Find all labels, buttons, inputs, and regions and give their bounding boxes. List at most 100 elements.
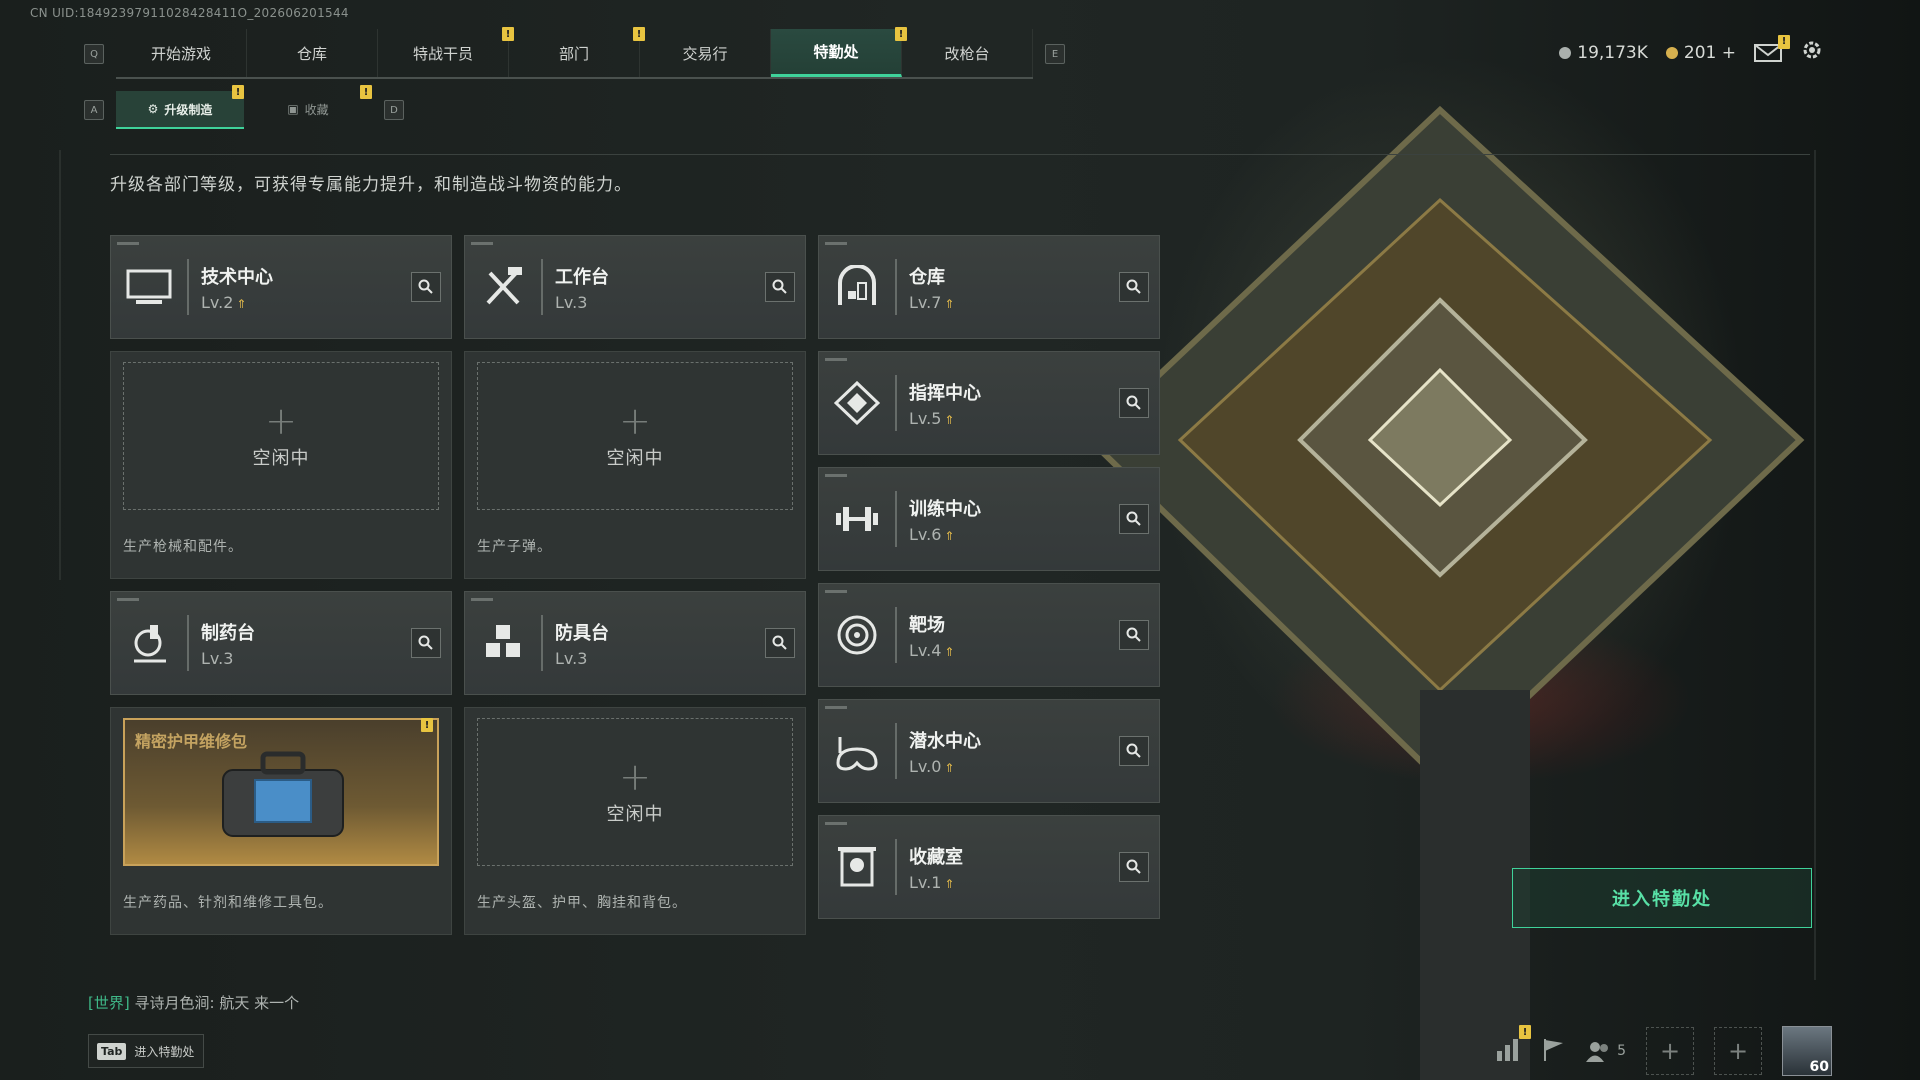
tab-warehouse[interactable]: 仓库 — [247, 29, 378, 77]
facility-level: Lv.7 — [909, 292, 942, 312]
slot-status: 空闲中 — [252, 448, 310, 469]
nav-tabs: 开始游戏 仓库 特战干员! 部门! 交易行 特勤处! 改枪台 — [116, 27, 1033, 79]
enter-special-ops-button[interactable]: 进入特勤处 — [1512, 868, 1812, 928]
flag-button[interactable] — [1541, 1037, 1565, 1065]
facility-level: Lv.6 — [909, 524, 942, 544]
player-avatar[interactable]: 60 — [1782, 1026, 1832, 1076]
upgrade-icon: ⚙ — [147, 102, 159, 116]
production-description: 生产子弹。 — [477, 539, 552, 555]
trophy-case-icon — [819, 815, 895, 919]
divider — [110, 154, 1810, 155]
facility-level: Lv.0 — [909, 756, 942, 776]
notification-badge: ! — [360, 85, 372, 99]
search-icon — [418, 635, 433, 650]
search-button[interactable] — [411, 628, 441, 658]
mail-button[interactable]: ! — [1754, 34, 1790, 63]
search-button[interactable] — [765, 628, 795, 658]
card-tag — [471, 242, 493, 245]
stats-button[interactable]: ! — [1495, 1025, 1532, 1065]
armor-repair-kit-image — [222, 751, 344, 837]
facility-warehouse[interactable]: 仓库 Lv.7 ⇑ — [818, 235, 1160, 339]
search-button[interactable] — [1119, 620, 1149, 650]
search-icon — [772, 635, 787, 650]
upgrade-arrow-icon: ⇑ — [944, 528, 955, 543]
gold-coin-icon — [1665, 46, 1678, 59]
facility-tech-center[interactable]: 技术中心 Lv.2 ⇑ — [110, 235, 452, 339]
sub-nav: A ⚙ 升级制造 ! ▣ 收藏 ! D — [84, 85, 404, 129]
friends-button[interactable]: 5 — [1585, 1039, 1626, 1063]
target-icon — [819, 583, 895, 687]
search-button[interactable] — [411, 272, 441, 302]
facility-level: Lv.3 — [201, 648, 234, 668]
facility-name: 技术中心 — [201, 266, 273, 288]
production-slot-empty[interactable]: + 空闲中 — [123, 362, 439, 510]
facility-pharmacy[interactable]: 制药台 Lv.3 — [110, 591, 452, 695]
tab-departments[interactable]: 部门! — [509, 27, 645, 77]
production-slot-active[interactable]: 精密护甲维修包 ! — [123, 718, 439, 866]
silver-coin-icon — [1559, 46, 1572, 59]
subtab-upgrade[interactable]: ⚙ 升级制造 ! — [116, 85, 244, 129]
search-button[interactable] — [1119, 272, 1149, 302]
search-icon — [1126, 279, 1141, 294]
tab-start-game[interactable]: 开始游戏 — [116, 29, 247, 77]
gold-amount: 201 — [1683, 42, 1717, 63]
search-button[interactable] — [765, 272, 795, 302]
search-icon — [418, 279, 433, 294]
tab-trade[interactable]: 交易行 — [640, 29, 771, 77]
armor-production-panel: + 空闲中 生产头盔、护甲、胸挂和背包。 — [464, 707, 806, 935]
add-teammate-slot[interactable]: + — [1714, 1027, 1762, 1075]
tools-icon — [465, 235, 541, 339]
upgrade-arrow-icon: ⇑ — [944, 876, 955, 891]
facility-name: 仓库 — [909, 266, 945, 288]
facility-diving-center[interactable]: 潜水中心 Lv.0 ⇑ — [818, 699, 1160, 803]
tab-label: 改枪台 — [944, 44, 990, 63]
production-slot-empty[interactable]: + 空闲中 — [477, 362, 793, 510]
upgrade-arrow-icon: ⇑ — [236, 296, 247, 311]
facility-name: 防具台 — [555, 622, 609, 644]
card-tag — [825, 474, 847, 477]
facility-command-center[interactable]: 指挥中心 Lv.5 ⇑ — [818, 351, 1160, 455]
settings-button[interactable] — [1800, 38, 1824, 67]
chat-message: 航天 来一个 — [219, 994, 300, 1012]
facility-armor-bench[interactable]: 防具台 Lv.3 — [464, 591, 806, 695]
card-tag — [117, 242, 139, 245]
microscope-icon — [111, 591, 187, 695]
subtab-collection[interactable]: ▣ 收藏 ! — [244, 85, 372, 127]
facility-name: 收藏室 — [909, 846, 963, 868]
add-teammate-slot[interactable]: + — [1646, 1027, 1694, 1075]
plus-icon: + — [619, 755, 651, 799]
production-slot-empty[interactable]: + 空闲中 — [477, 718, 793, 866]
card-tag — [117, 598, 139, 601]
plus-icon: + — [1659, 1037, 1681, 1065]
tab-operators[interactable]: 特战干员! — [378, 27, 514, 77]
tab-shortcut-hint[interactable]: Tab 进入特勤处 — [88, 1034, 204, 1068]
search-button[interactable] — [1119, 736, 1149, 766]
tab-label: 交易行 — [682, 44, 728, 63]
gold-currency[interactable]: 201 + — [1665, 42, 1736, 63]
slot-status: 空闲中 — [606, 448, 664, 469]
tab-special-ops[interactable]: 特勤处! — [771, 27, 907, 77]
search-button[interactable] — [1119, 388, 1149, 418]
facility-collection-room[interactable]: 收藏室 Lv.1 ⇑ — [818, 815, 1160, 919]
facility-workbench[interactable]: 工作台 Lv.3 — [464, 235, 806, 339]
key-label: Tab — [97, 1042, 127, 1060]
facility-name: 靶场 — [909, 614, 945, 636]
player-level: 60 — [1809, 1059, 1829, 1075]
search-button[interactable] — [1119, 504, 1149, 534]
upgrade-arrow-icon: ⇑ — [944, 644, 955, 659]
facility-training-center[interactable]: 训练中心 Lv.6 ⇑ — [818, 467, 1160, 571]
search-button[interactable] — [1119, 852, 1149, 882]
card-tag — [471, 598, 493, 601]
notification-badge: ! — [232, 85, 244, 99]
search-icon — [1126, 627, 1141, 642]
card-tag — [825, 822, 847, 825]
tab-label: 特勤处 — [813, 43, 859, 61]
tab-gunsmith[interactable]: 改枪台 — [902, 29, 1033, 77]
column-3: 仓库 Lv.7 ⇑ 指挥中心 Lv.5 ⇑ 训练中心 Lv.6 ⇑ 靶场 Lv.4 ⇑ 潜水中心… — [818, 235, 1160, 931]
collection-icon: ▣ — [287, 102, 299, 116]
facility-shooting-range[interactable]: 靶场 Lv.4 ⇑ — [818, 583, 1160, 687]
upgrade-arrow-icon: ⇑ — [944, 296, 955, 311]
bar-chart-icon — [1497, 1039, 1519, 1061]
chat-line[interactable]: [世界] 寻诗月色涧: 航天 来一个 — [88, 992, 299, 1013]
search-icon — [772, 279, 787, 294]
